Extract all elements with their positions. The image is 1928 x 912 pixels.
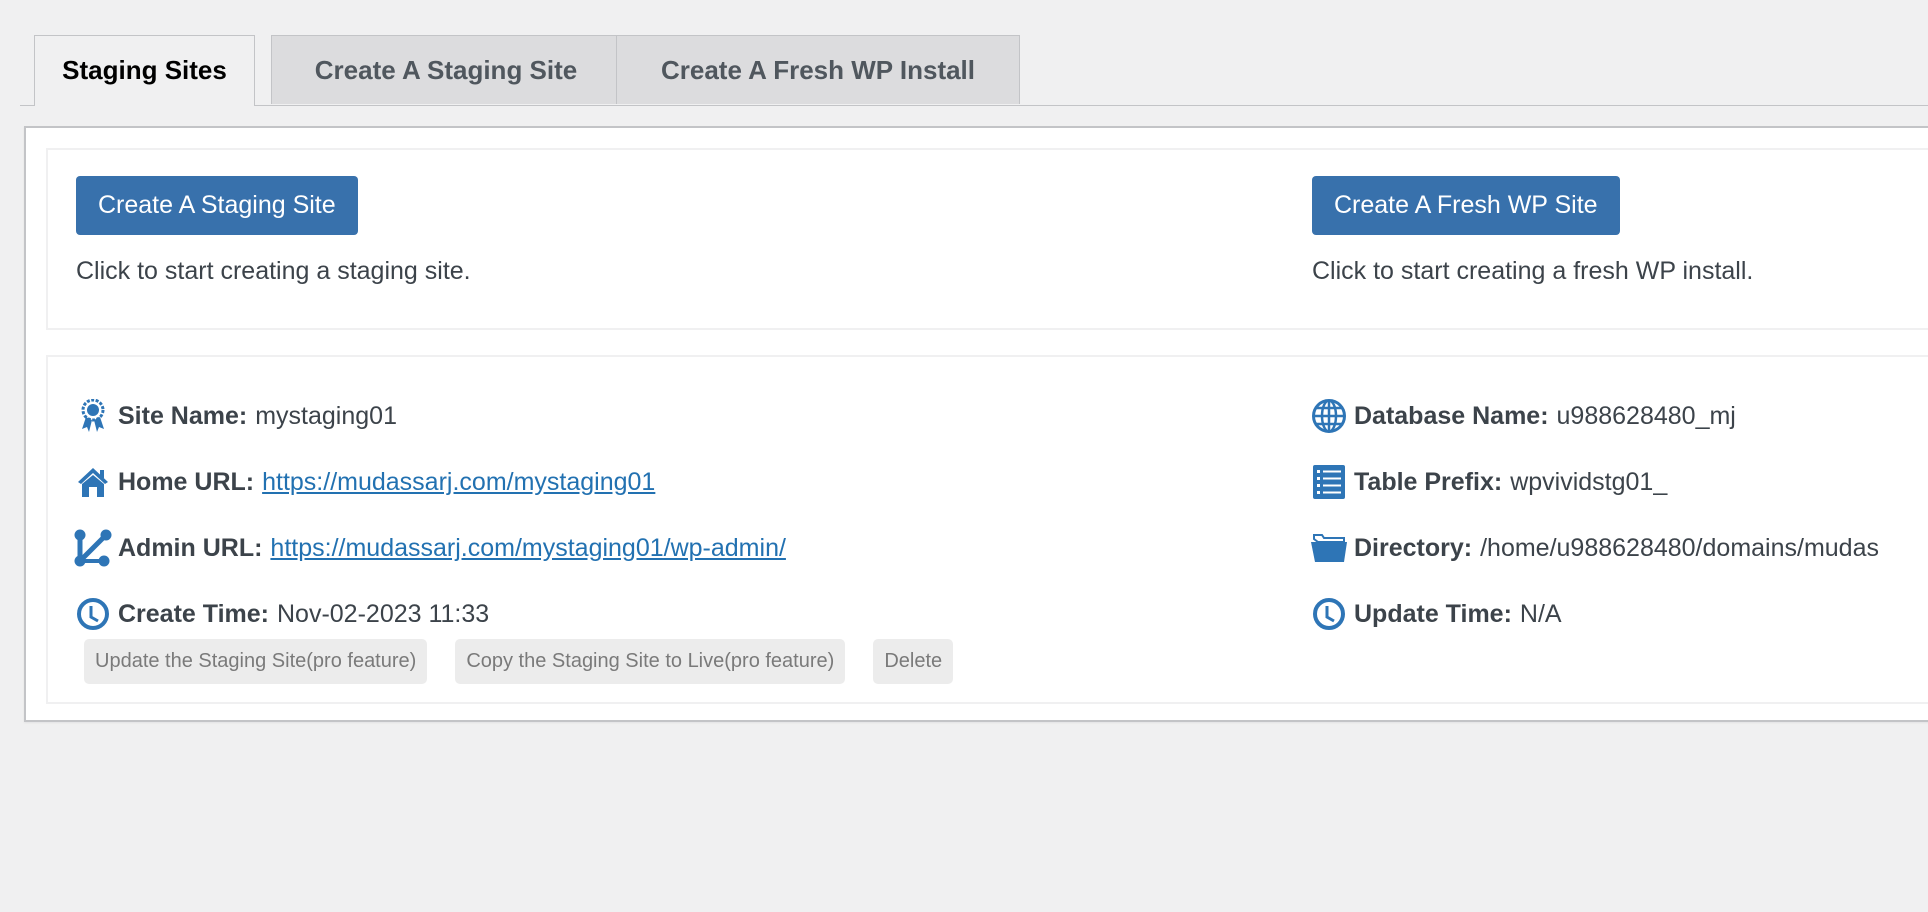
tab-create-staging-site[interactable]: Create A Staging Site xyxy=(271,35,621,104)
update-time-label: Update Time: xyxy=(1354,599,1512,628)
admin-url-label: Admin URL: xyxy=(118,533,263,562)
copy-staging-to-live-button[interactable]: Copy the Staging Site to Live(pro featur… xyxy=(455,639,846,684)
create-time-value: Nov-02-2023 11:33 xyxy=(277,599,490,628)
award-icon xyxy=(74,397,112,435)
database-name-value: u988628480_mj xyxy=(1556,401,1736,430)
create-time-label: Create Time: xyxy=(118,599,269,628)
home-url-label: Home URL: xyxy=(118,467,255,496)
table-prefix-row: Table Prefix: wpvividstg01_ xyxy=(1310,449,1879,515)
create-fresh-description: Click to start creating a fresh WP insta… xyxy=(1312,257,1754,285)
list-icon xyxy=(1310,463,1348,501)
globe-icon xyxy=(1310,397,1348,435)
create-fresh-section: Create A Fresh WP Site Click to start cr… xyxy=(1312,176,1753,286)
staging-actions: Update the Staging Site(pro feature) Cop… xyxy=(84,639,981,684)
create-time-row: Create Time: Nov-02-2023 11:33 xyxy=(74,581,786,647)
create-options-box: Create A Staging Site Click to start cre… xyxy=(46,148,1928,330)
folder-open-icon xyxy=(1310,529,1348,567)
directory-row: Directory: /home/u988628480/domains/muda… xyxy=(1310,515,1879,581)
admin-link-icon xyxy=(74,529,112,567)
clock-icon xyxy=(74,595,112,633)
admin-url-link[interactable]: https://mudassarj.com/mystaging01/wp-adm… xyxy=(270,534,786,563)
directory-label: Directory: xyxy=(1354,533,1473,562)
update-time-row: Update Time: N/A xyxy=(1310,581,1879,647)
tab-bar: Staging Sites Create A Staging Site Crea… xyxy=(20,35,1928,106)
create-fresh-wp-site-button[interactable]: Create A Fresh WP Site xyxy=(1312,176,1620,235)
site-info-right: Database Name: u988628480_mj Table Prefi… xyxy=(1310,383,1879,647)
table-prefix-value: wpvividstg01_ xyxy=(1510,467,1668,496)
admin-url-row: Admin URL: https://mudassarj.com/mystagi… xyxy=(74,515,786,581)
database-name-label: Database Name: xyxy=(1354,401,1549,430)
update-staging-site-button[interactable]: Update the Staging Site(pro feature) xyxy=(84,639,428,684)
tab-staging-sites[interactable]: Staging Sites xyxy=(34,35,255,106)
directory-value: /home/u988628480/domains/mudas xyxy=(1480,533,1879,562)
site-name-label: Site Name: xyxy=(118,401,248,430)
home-url-row: Home URL: https://mudassarj.com/mystagin… xyxy=(74,449,786,515)
staging-sites-panel: Create A Staging Site Click to start cre… xyxy=(24,126,1928,722)
wpvivid-staging-page: Staging Sites Create A Staging Site Crea… xyxy=(0,0,1928,912)
site-info-left: Site Name: mystaging01 Home URL: https:/… xyxy=(74,383,786,647)
site-name-value: mystaging01 xyxy=(255,401,397,430)
create-staging-description: Click to start creating a staging site. xyxy=(76,257,471,285)
create-staging-site-button[interactable]: Create A Staging Site xyxy=(76,176,358,235)
staging-site-card: Site Name: mystaging01 Home URL: https:/… xyxy=(46,355,1928,704)
delete-staging-site-button[interactable]: Delete xyxy=(873,639,954,684)
clock-icon xyxy=(1310,595,1348,633)
tab-create-fresh-wp-install[interactable]: Create A Fresh WP Install xyxy=(616,35,1020,104)
home-url-link[interactable]: https://mudassarj.com/mystaging01 xyxy=(262,468,655,497)
update-time-value: N/A xyxy=(1519,599,1562,628)
site-name-row: Site Name: mystaging01 xyxy=(74,383,786,449)
database-name-row: Database Name: u988628480_mj xyxy=(1310,383,1879,449)
home-icon xyxy=(74,463,112,501)
table-prefix-label: Table Prefix: xyxy=(1354,467,1503,496)
create-staging-section: Create A Staging Site Click to start cre… xyxy=(76,176,471,286)
